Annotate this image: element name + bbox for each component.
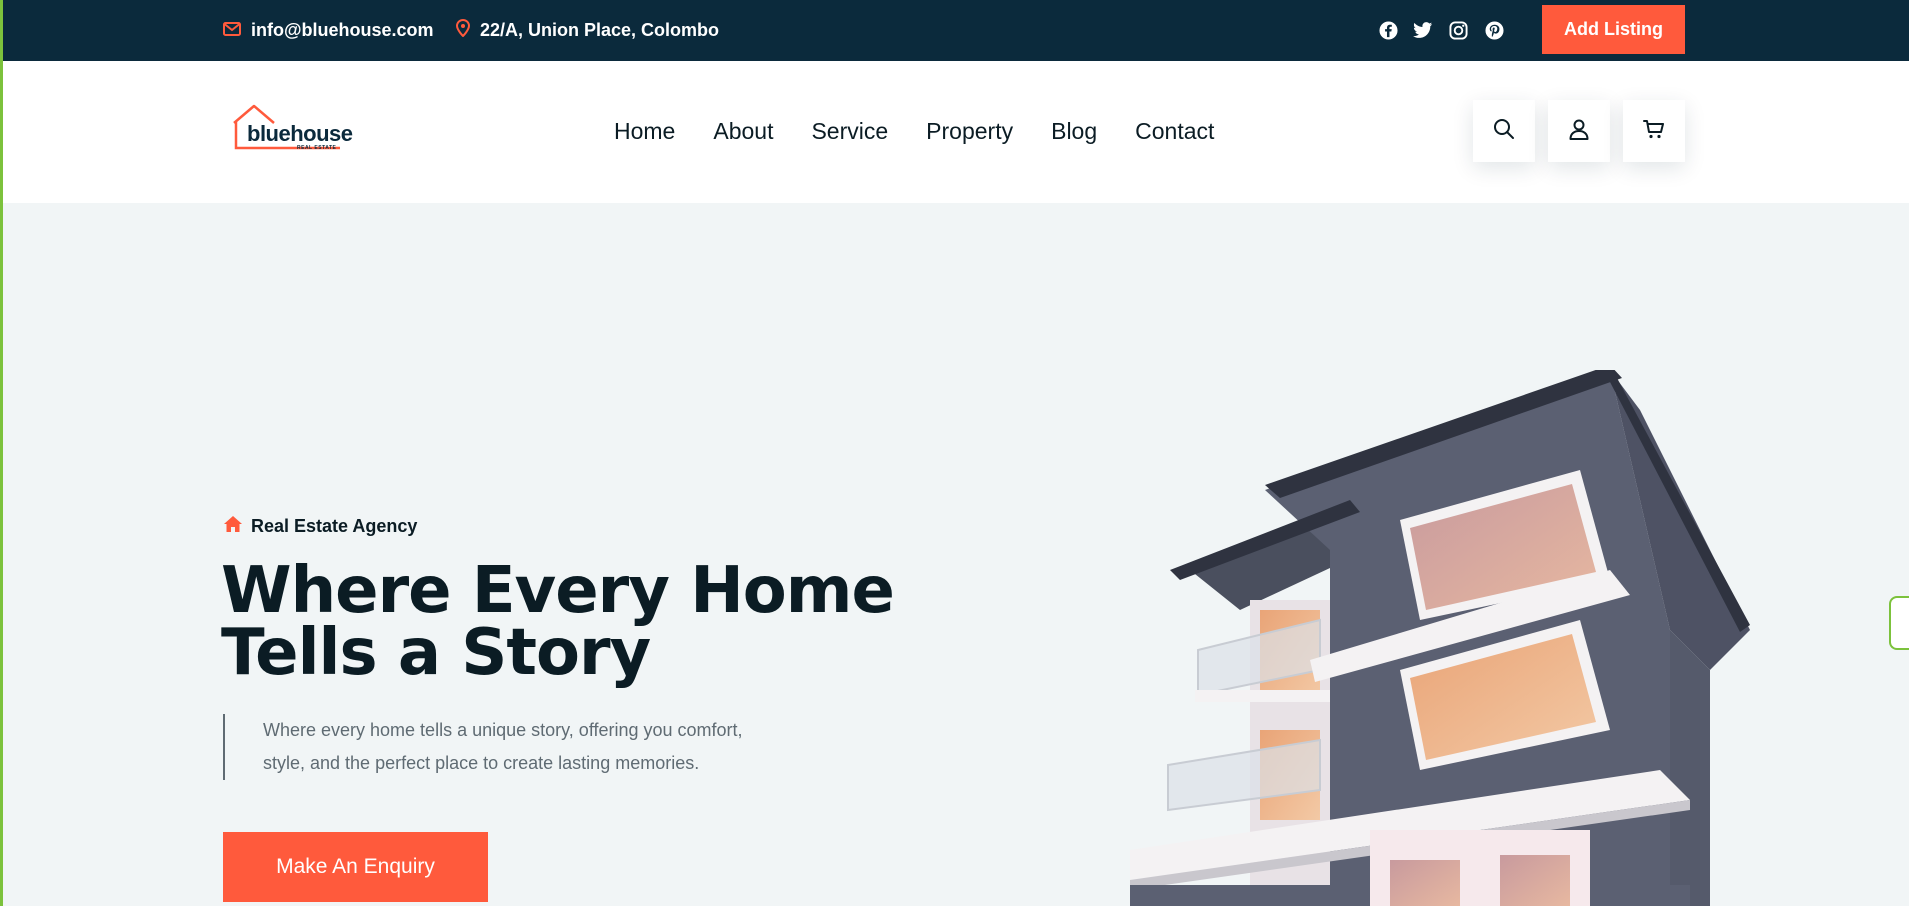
hero-title: Where Every Home Tells a Story <box>221 554 941 690</box>
cart-icon <box>1642 117 1666 146</box>
top-bar: info@bluehouse.com 22/A, Union Place, Co… <box>0 0 1909 61</box>
social-links <box>1378 0 1398 61</box>
viewport-edge <box>0 0 3 906</box>
floating-side-widget[interactable] <box>1889 596 1909 650</box>
nav-home[interactable]: Home <box>614 118 675 145</box>
tagline-text: Real Estate Agency <box>251 516 418 536</box>
logo-name: bluehouse <box>247 121 353 146</box>
make-enquiry-button[interactable]: Make An Enquiry <box>223 832 488 902</box>
search-icon <box>1492 117 1516 146</box>
social-instagram <box>1448 0 1468 61</box>
site-logo[interactable]: bluehouse REAL ESTATE <box>230 103 353 153</box>
hero-tagline: Real Estate Agency <box>223 515 417 538</box>
nav-blog[interactable]: Blog <box>1051 118 1097 145</box>
instagram-icon[interactable] <box>1448 21 1468 41</box>
mail-icon <box>223 20 251 41</box>
social-pinterest <box>1484 0 1504 61</box>
home-icon <box>223 515 251 538</box>
add-listing-button[interactable]: Add Listing <box>1542 5 1685 54</box>
nav-contact[interactable]: Contact <box>1135 118 1214 145</box>
email-text: info@bluehouse.com <box>251 20 434 40</box>
nav-service[interactable]: Service <box>811 118 888 145</box>
hero-title-line-1: Where Every Home <box>221 554 895 628</box>
contact-address: 22/A, Union Place, Colombo <box>455 0 720 61</box>
hero-description-line-1: Where every home tells a unique story, o… <box>263 720 743 740</box>
hero-house-image <box>1130 370 1750 906</box>
address-text: 22/A, Union Place, Colombo <box>480 20 720 40</box>
hero-description-line-2: style, and the perfect place to create l… <box>263 753 700 773</box>
hero-title-line-2: Tells a Story <box>221 616 651 690</box>
pinterest-icon[interactable] <box>1484 21 1504 41</box>
contact-email[interactable]: info@bluehouse.com <box>223 0 434 61</box>
facebook-icon[interactable] <box>1378 21 1398 41</box>
social-twitter <box>1413 0 1433 61</box>
hero-description: Where every home tells a unique story, o… <box>223 714 823 780</box>
main-nav: Home About Service Property Blog Contact <box>614 103 1252 159</box>
cart-button[interactable] <box>1623 100 1685 162</box>
account-button[interactable] <box>1548 100 1610 162</box>
nav-about[interactable]: About <box>713 118 773 145</box>
logo-subtitle: REAL ESTATE <box>297 145 337 151</box>
nav-property[interactable]: Property <box>926 118 1013 145</box>
location-pin-icon <box>455 18 480 42</box>
user-icon <box>1567 117 1591 146</box>
search-button[interactable] <box>1473 100 1535 162</box>
twitter-icon[interactable] <box>1413 21 1433 41</box>
